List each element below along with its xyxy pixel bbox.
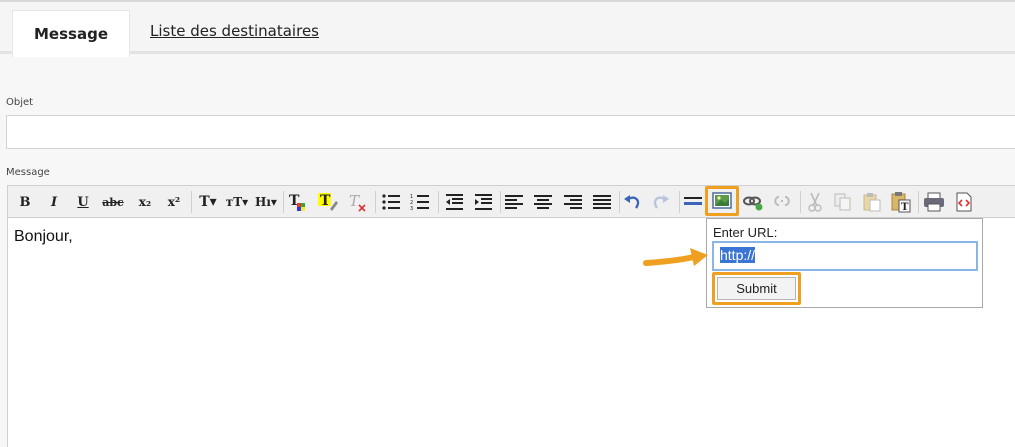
tab-recipients[interactable]: Liste des destinataires (150, 22, 319, 40)
cut-icon[interactable] (803, 190, 827, 214)
toolbar-separator (800, 191, 801, 213)
superscript-icon[interactable]: x² (162, 190, 186, 214)
horizontal-rule-icon[interactable] (681, 190, 705, 214)
toolbar-separator (375, 191, 376, 213)
toolbar-separator (679, 191, 680, 213)
underline-icon[interactable]: U (71, 190, 95, 214)
editor-toolbar: B I U abc x₂ x² T▾ тT▾ Hı▾ T T T 123 T (7, 185, 1015, 218)
font-size-icon[interactable]: T▾ (196, 190, 220, 214)
paste-text-icon[interactable]: T (889, 190, 913, 214)
tab-bar: Message Liste des destinataires (0, 2, 1015, 57)
undo-icon[interactable] (620, 190, 644, 214)
svg-text:T: T (901, 202, 909, 213)
align-left-icon[interactable] (502, 190, 526, 214)
indent-icon[interactable] (471, 190, 495, 214)
objet-label: Objet (6, 97, 34, 108)
font-family-icon[interactable]: тT▾ (223, 190, 251, 214)
tab-message[interactable]: Message (12, 10, 130, 57)
heading-icon[interactable]: Hı▾ (252, 190, 280, 214)
toolbar-separator (283, 191, 284, 213)
message-label: Message (6, 167, 50, 178)
unlink-icon[interactable] (770, 190, 794, 214)
bold-icon[interactable]: B (13, 190, 37, 214)
copy-icon[interactable] (831, 190, 855, 214)
svg-text:T: T (320, 193, 331, 209)
url-input-selected-text: http:// (720, 247, 756, 263)
insert-link-icon[interactable] (741, 190, 765, 214)
clear-format-icon[interactable]: T (345, 190, 369, 214)
redo-icon[interactable] (649, 190, 673, 214)
svg-text:3: 3 (410, 206, 413, 211)
insert-image-popup: Enter URL: http:// Submit (706, 218, 983, 308)
numbered-list-icon[interactable]: 123 (408, 190, 432, 214)
align-right-icon[interactable] (561, 190, 585, 214)
url-input[interactable]: http:// (712, 241, 978, 271)
justify-icon[interactable] (590, 190, 614, 214)
italic-icon[interactable]: I (42, 190, 66, 214)
toolbar-separator (191, 191, 192, 213)
url-label: Enter URL: (713, 225, 778, 240)
submit-highlight: Submit (712, 272, 801, 305)
bullet-list-icon[interactable] (379, 190, 403, 214)
highlight-color-icon[interactable]: T (316, 190, 340, 214)
toolbar-separator (918, 191, 919, 213)
svg-text:T: T (349, 192, 360, 210)
toolbar-separator (438, 191, 439, 213)
subscript-icon[interactable]: x₂ (133, 190, 157, 214)
toolbar-separator (500, 191, 501, 213)
objet-input[interactable] (6, 115, 1015, 149)
outdent-icon[interactable] (442, 190, 466, 214)
strikethrough-icon[interactable]: abc (101, 190, 125, 214)
source-code-icon[interactable] (952, 190, 976, 214)
align-center-icon[interactable] (531, 190, 555, 214)
text-color-icon[interactable]: T (286, 190, 310, 214)
insert-image-icon[interactable] (705, 186, 739, 216)
editor-content: Bonjour, (14, 228, 73, 245)
submit-button[interactable]: Submit (717, 277, 796, 300)
annotation-arrow-icon (643, 248, 708, 266)
print-icon[interactable] (922, 190, 946, 214)
paste-icon[interactable] (860, 190, 884, 214)
